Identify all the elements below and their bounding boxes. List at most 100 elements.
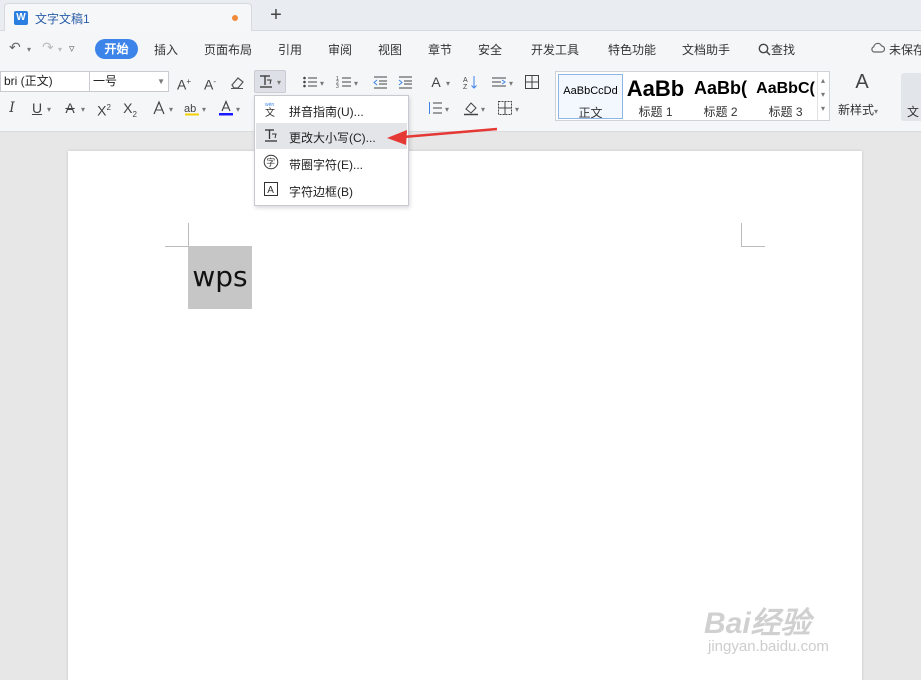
menu-item-label: 更改大小写(C)... [289,131,376,145]
new-style-button[interactable]: 新样式▾ [838,101,878,118]
new-style-icon[interactable]: A [850,72,874,92]
menu-start[interactable]: 开始 [95,39,138,59]
menu-review[interactable]: 审阅 [328,41,352,58]
menu-find[interactable]: 查找 [758,41,795,58]
underline-icon[interactable]: U [27,98,47,118]
watermark-brand: Bai经验 [704,607,811,640]
menu-bar: ↶ ▾ ↷ ▾ ▿ 开始 插入 页面布局 引用 审阅 视图 章节 安全 开发工具… [0,31,921,65]
paragraph-spacing-icon[interactable] [425,98,445,118]
style-sample: AaBbCcDd [563,85,618,97]
unsaved-status[interactable]: 未保存 [889,41,921,58]
menu-document-assistant[interactable]: 文档助手 [682,41,730,58]
style-heading-1[interactable]: AaBb 标题 1 [623,74,688,119]
style-gallery: AaBbCcDd 正文 AaBb 标题 1 AaBb( 标题 2 AaBbC( … [555,71,830,121]
margin-corner-top-right [741,223,765,247]
chevron-down-icon[interactable]: ▾ [320,79,324,88]
chevron-down-icon[interactable]: ▾ [821,90,825,99]
enclosed-character-icon: 字 [263,154,279,170]
subscript-icon[interactable]: X2 [120,98,140,119]
ribbon: ↶ ▾ ↷ ▾ ▿ 开始 插入 页面布局 引用 审阅 视图 章节 安全 开发工具… [0,31,921,132]
highlight-icon[interactable]: ab [182,98,202,118]
italic-icon[interactable]: I [2,98,22,118]
chevron-down-icon[interactable]: ▾ [481,105,485,114]
chevron-down-icon[interactable]: ▾ [202,105,206,114]
menu-find-label: 查找 [771,43,796,57]
text-tools-panel-button[interactable]: 文 [901,73,921,121]
margin-corner-top-left [165,223,189,247]
font-size-select[interactable]: 一号 ▼ [89,71,169,92]
shading-icon[interactable] [461,98,481,118]
chevron-down-icon[interactable]: ▾ [445,105,449,114]
menu-page-layout[interactable]: 页面布局 [204,41,252,58]
new-style-label: 新样式 [838,103,875,117]
chevron-down-icon[interactable]: ▾ [236,105,240,114]
chevron-down-icon[interactable]: ▾ [515,105,519,114]
selected-text[interactable]: wps [188,246,252,309]
font-name-value: bri (正文) [4,74,53,88]
menu-item-label: 带圈字符(E)... [289,158,363,172]
character-tools-button[interactable]: ▾ [254,70,286,93]
expand-gallery-icon[interactable]: ▾ [821,104,825,113]
table-icon[interactable] [522,72,542,92]
menu-developer-tools[interactable]: 开发工具 [531,41,579,58]
chevron-down-icon[interactable]: ▾ [47,105,51,114]
menu-references[interactable]: 引用 [278,41,302,58]
chevron-down-icon[interactable]: ▾ [169,105,173,114]
style-sample: AaBb [626,76,685,101]
superscript-icon[interactable]: X2 [94,98,114,119]
style-heading-3[interactable]: AaBbC( 标题 3 [753,74,818,119]
character-tools-menu: wén 文 拼音指南(U)... 更改大小写(C)... 字 带圈字符(E)...… [254,95,409,206]
chevron-down-icon: ▼ [157,77,165,86]
document-tab-title: 文字文稿1 [35,12,90,26]
menu-insert[interactable]: 插入 [154,41,178,58]
new-tab-button[interactable]: + [266,4,286,26]
style-sample: AaBb( [694,78,747,98]
font-color-icon[interactable] [216,98,236,118]
chevron-down-icon[interactable]: ▾ [446,79,450,88]
chevron-down-icon: ▾ [277,78,282,87]
wps-writer-icon: W [14,11,28,25]
strikethrough-icon[interactable]: A [60,98,80,118]
clear-formatting-icon[interactable] [227,72,247,92]
menu-item-pinyin-guide[interactable]: wén 文 拼音指南(U)... [256,97,407,123]
chevron-down-icon[interactable]: ▾ [81,105,85,114]
svg-text:A: A [463,77,468,84]
redo-dropdown-icon[interactable]: ▾ [58,45,62,54]
decrease-indent-icon[interactable] [370,72,390,92]
font-name-select[interactable]: bri (正文) [0,71,90,92]
chevron-down-icon[interactable]: ▾ [354,79,358,88]
chevron-up-icon[interactable]: ▴ [821,76,825,85]
sort-icon[interactable]: AZ [460,72,480,92]
numbered-list-icon[interactable]: 123 [334,72,354,92]
bullet-list-icon[interactable] [300,72,320,92]
undo-dropdown-icon[interactable]: ▾ [27,45,31,54]
menu-item-character-border[interactable]: A 字符边框(B) [256,177,407,203]
undo-icon[interactable]: ↶ [9,40,21,54]
redo-icon[interactable]: ↷ [42,40,54,54]
document-tab[interactable]: W 文字文稿1 [4,3,252,31]
menu-chapter[interactable]: 章节 [428,41,452,58]
style-gallery-scrollbar[interactable]: ▴ ▾ ▾ [817,72,829,120]
text-direction-icon[interactable]: A [426,72,446,92]
svg-text:3: 3 [336,84,339,90]
menu-special-features[interactable]: 特色功能 [608,41,656,58]
style-heading-2[interactable]: AaBb( 标题 2 [688,74,753,119]
menu-item-enclosed-characters[interactable]: 字 带圈字符(E)... [256,150,407,176]
borders-icon[interactable] [495,98,515,118]
shrink-font-icon[interactable]: A- [200,72,220,93]
quick-access-customize-icon[interactable]: ▿ [69,42,75,56]
increase-indent-icon[interactable] [395,72,415,92]
grow-font-icon[interactable]: A+ [174,72,194,93]
tab-bar: W 文字文稿1 + [0,0,921,31]
menu-view[interactable]: 视图 [378,41,402,58]
pinyin-icon: wén文 [265,102,275,117]
menu-security[interactable]: 安全 [478,41,502,58]
unsaved-dot [232,15,238,21]
style-normal[interactable]: AaBbCcDd 正文 [558,74,623,120]
style-name: 标题 1 [638,105,673,119]
line-spacing-icon[interactable] [489,72,509,92]
chevron-down-icon[interactable]: ▾ [509,79,513,88]
annotation-arrow [387,127,498,145]
text-effect-icon[interactable] [149,98,169,118]
menu-item-label: 拼音指南(U)... [289,105,364,119]
